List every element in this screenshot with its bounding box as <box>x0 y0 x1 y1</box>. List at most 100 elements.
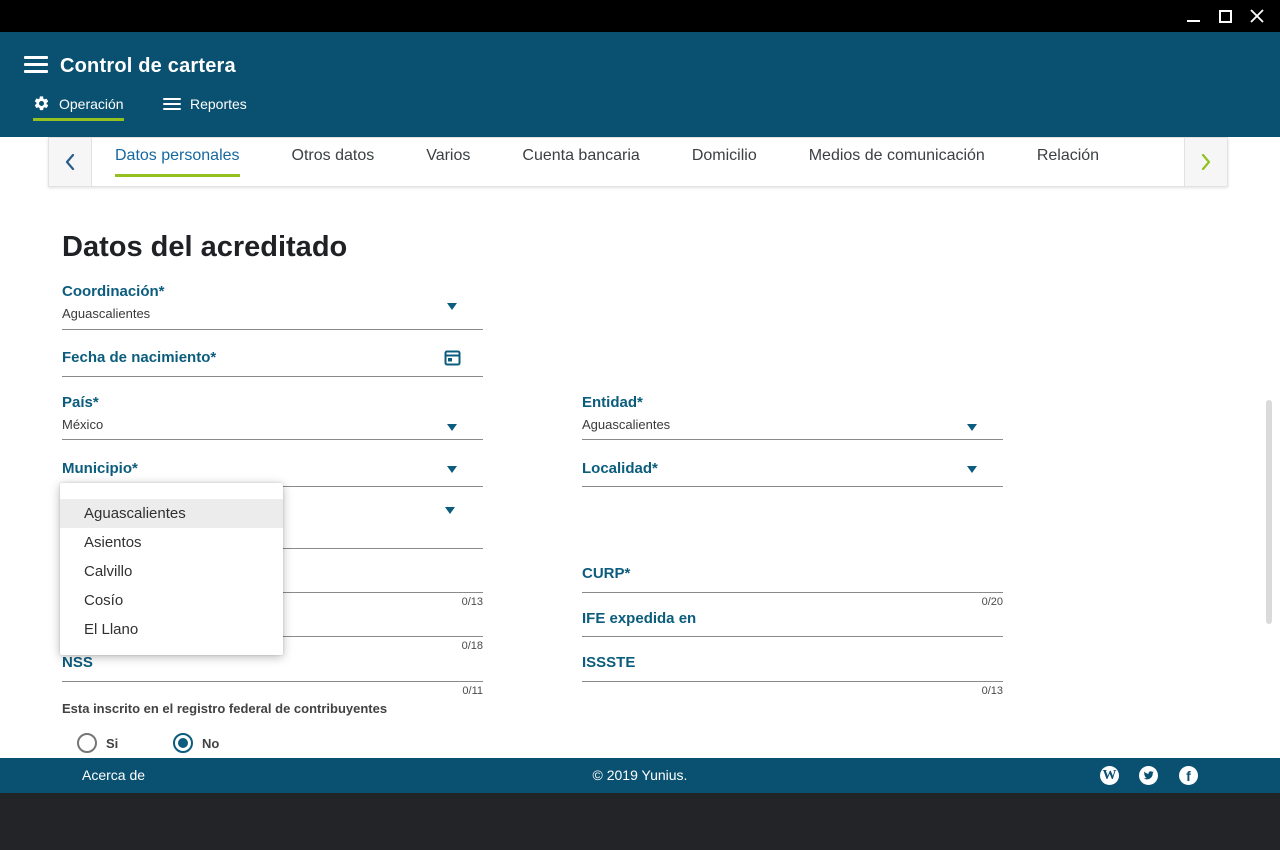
field-underline <box>582 636 1003 637</box>
dropdown-option[interactable]: Cosío <box>60 586 283 615</box>
list-icon <box>163 95 181 113</box>
window-titlebar <box>0 0 1280 32</box>
tabs-prev-button[interactable] <box>49 138 92 186</box>
twitter-bird <box>1143 771 1154 780</box>
radio-si[interactable] <box>77 733 97 753</box>
field-label: Coordinación* <box>62 283 165 300</box>
field-underline <box>62 681 483 682</box>
field-curp: CURP* <box>582 565 1003 593</box>
copyright-text: © 2019 Yunius. <box>592 767 688 783</box>
minimize-icon <box>1186 20 1200 22</box>
tab-label: Otros datos <box>291 147 375 164</box>
field-underline <box>582 486 1003 487</box>
close-icon <box>1250 9 1264 23</box>
dropdown-caret-icon[interactable] <box>447 424 457 431</box>
page-footer: Acerca de © 2019 Yunius. W f <box>0 758 1280 793</box>
tab-otros-datos[interactable]: Otros datos <box>292 147 375 177</box>
radio-si-label: Si <box>106 736 119 751</box>
field-pais: País* México <box>62 394 483 440</box>
municipio-dropdown-menu: Aguascalientes Asientos Calvillo Cosío E… <box>60 483 283 655</box>
tab-label: Domicilio <box>691 147 757 164</box>
field-fecha-nacimiento: Fecha de nacimiento* <box>62 349 483 377</box>
chevron-right-icon <box>1201 154 1211 170</box>
tab-strip: Datos personales Otros datos Varios Cuen… <box>92 138 1184 186</box>
dropdown-option[interactable]: Asientos <box>60 528 283 557</box>
field-value: Aguascalientes <box>582 417 671 432</box>
tab-label: Datos personales <box>115 147 240 177</box>
app-header: Control de cartera Operación Reportes <box>0 32 1280 137</box>
maximize-icon <box>1218 9 1232 23</box>
tab-cuenta-bancaria[interactable]: Cuenta bancaria <box>522 147 639 177</box>
char-counter: 0/20 <box>981 596 1003 608</box>
field-label: Localidad* <box>582 460 658 477</box>
menu-button[interactable] <box>24 56 48 74</box>
radio-no[interactable] <box>173 733 193 753</box>
calendar-icon[interactable] <box>444 349 461 366</box>
field-coordinacion: Coordinación* Aguascalientes <box>62 283 483 330</box>
nav-label-operacion: Operación <box>59 95 124 112</box>
close-button[interactable] <box>1242 0 1272 32</box>
dropdown-option[interactable]: El Llano <box>60 615 283 644</box>
field-value: México <box>62 417 104 432</box>
field-label: País* <box>62 394 99 411</box>
field-issste: ISSSTE <box>582 654 1003 682</box>
field-underline <box>582 592 1003 593</box>
facebook-icon[interactable]: f <box>1179 766 1198 785</box>
page-title: Datos del acreditado <box>62 231 348 263</box>
rfc-question-text: Esta inscrito en el registro federal de … <box>62 701 388 716</box>
tab-label: Cuenta bancaria <box>522 147 640 164</box>
tab-domicilio[interactable]: Domicilio <box>692 147 757 177</box>
scrollbar-thumb[interactable] <box>1266 400 1272 624</box>
nav-label-reportes: Reportes <box>190 95 247 112</box>
facebook-glyph: f <box>1186 767 1191 784</box>
tab-relacion[interactable]: Relación <box>1037 147 1099 177</box>
field-underline <box>582 681 1003 682</box>
field-underline <box>582 439 1003 440</box>
char-counter: 0/13 <box>981 685 1003 697</box>
taskbar: G 12:32 PM <box>0 793 1280 850</box>
dropdown-caret-icon[interactable] <box>967 466 977 473</box>
minimize-button[interactable] <box>1178 0 1208 32</box>
field-entidad: Entidad* Aguascalientes <box>582 394 1003 440</box>
screen: Control de cartera Operación Reportes Da… <box>0 0 1280 850</box>
dropdown-option[interactable]: Calvillo <box>60 557 283 586</box>
tab-label: Relación <box>1036 147 1100 164</box>
field-label: CURP* <box>582 565 631 582</box>
field-label: ISSSTE <box>582 654 636 671</box>
wordpress-glyph: W <box>1102 767 1117 783</box>
tabs-next-button[interactable] <box>1184 138 1227 186</box>
nav-reportes[interactable]: Reportes <box>163 95 247 113</box>
dropdown-caret-icon[interactable] <box>967 424 977 431</box>
app-title: Control de cartera <box>60 55 236 77</box>
field-label: Entidad* <box>582 394 643 411</box>
field-label: NSS <box>62 654 93 671</box>
chevron-left-icon <box>65 154 75 170</box>
field-underline <box>62 439 483 440</box>
tab-varios[interactable]: Varios <box>426 147 470 177</box>
tab-label: Medios de comunicación <box>808 147 985 164</box>
field-underline <box>62 376 483 377</box>
nav-operacion[interactable]: Operación <box>33 95 124 121</box>
dropdown-caret-icon[interactable] <box>445 507 455 514</box>
char-counter: 0/11 <box>462 685 483 697</box>
tab-datos-personales[interactable]: Datos personales <box>115 147 240 177</box>
maximize-button[interactable] <box>1210 0 1240 32</box>
tab-bar: Datos personales Otros datos Varios Cuen… <box>48 137 1228 187</box>
tab-medios-comunicacion[interactable]: Medios de comunicación <box>809 147 985 177</box>
radio-no-label: No <box>202 736 220 751</box>
twitter-icon[interactable] <box>1139 766 1158 785</box>
field-nss: NSS <box>62 654 483 682</box>
field-underline <box>62 329 483 330</box>
field-localidad: Localidad* <box>582 460 1003 487</box>
gear-icon <box>34 96 49 111</box>
wordpress-icon[interactable]: W <box>1100 766 1119 785</box>
tab-label: Varios <box>426 147 471 164</box>
field-label: IFE expedida en <box>582 610 697 627</box>
field-label: Fecha de nacimiento* <box>62 349 217 366</box>
field-ife-expedida: IFE expedida en <box>582 610 1003 637</box>
dropdown-caret-icon[interactable] <box>447 466 457 473</box>
dropdown-caret-icon[interactable] <box>447 303 457 310</box>
field-label: Municipio* <box>62 460 138 477</box>
dropdown-option[interactable]: Aguascalientes <box>60 499 283 528</box>
field-value: Aguascalientes <box>62 306 151 321</box>
